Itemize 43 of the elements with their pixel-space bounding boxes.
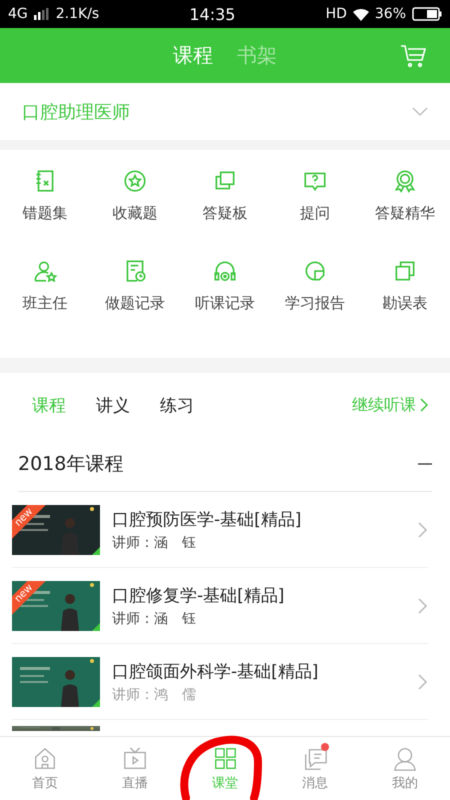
signal-icon: [34, 8, 50, 20]
network-speed: 2.1K/s: [56, 6, 100, 22]
course-teacher: 讲师：涵 钰: [112, 610, 197, 628]
tool-button[interactable]: 勘误表: [360, 258, 450, 348]
clock: 14:35: [189, 4, 236, 24]
tool-button[interactable]: 做题记录: [90, 258, 180, 348]
tool-button[interactable]: 提问: [270, 168, 360, 258]
course-title[interactable]: 口腔预防医学-基础[精品]: [112, 508, 406, 530]
tool-button[interactable]: 班主任: [0, 258, 90, 348]
chevron-right-icon: [420, 398, 428, 412]
hd-label: HD: [326, 6, 347, 22]
grid-icon: [212, 746, 238, 772]
course-title[interactable]: 口腔修复学-基础[精品]: [112, 584, 406, 606]
tool-button[interactable]: 收藏题: [90, 168, 180, 258]
chevron-right-icon[interactable]: [418, 522, 428, 538]
medal-icon: [392, 168, 418, 194]
chevron-right-icon[interactable]: [418, 598, 428, 614]
cart-icon[interactable]: [400, 44, 426, 68]
course-teacher: 讲师：涵 钰: [112, 534, 197, 552]
home-icon: [32, 746, 58, 772]
tool-button[interactable]: 学习报告: [270, 258, 360, 348]
section-title: 2018年课程: [18, 452, 124, 477]
course-teacher: 讲师：鸿 儒: [112, 686, 197, 704]
nav-tab[interactable]: 消息: [270, 737, 360, 800]
chevron-right-icon[interactable]: [418, 674, 428, 690]
network-label: 4G: [8, 6, 28, 22]
star-circle-icon: [122, 168, 148, 194]
nav-tab[interactable]: 首页: [0, 737, 90, 800]
content-tab[interactable]: 讲义: [96, 394, 130, 416]
tool-button[interactable]: 错题集: [0, 168, 90, 258]
nav-tab[interactable]: 我的: [360, 737, 450, 800]
course-title[interactable]: 口腔颌面外科学-基础[精品]: [112, 660, 406, 682]
chevron-down-icon[interactable]: [412, 107, 428, 116]
content-tab[interactable]: 练习: [160, 394, 194, 416]
battery-icon: [412, 7, 442, 21]
battery-percent: 36%: [374, 6, 406, 22]
tool-button[interactable]: 答疑板: [180, 168, 270, 258]
tool-button[interactable]: 答疑精华: [360, 168, 450, 258]
person-icon: [392, 746, 418, 772]
wifi-icon: [352, 8, 369, 20]
tool-button[interactable]: 听课记录: [180, 258, 270, 348]
tv-icon: [122, 746, 148, 772]
nav-tab[interactable]: 直播: [90, 737, 180, 800]
